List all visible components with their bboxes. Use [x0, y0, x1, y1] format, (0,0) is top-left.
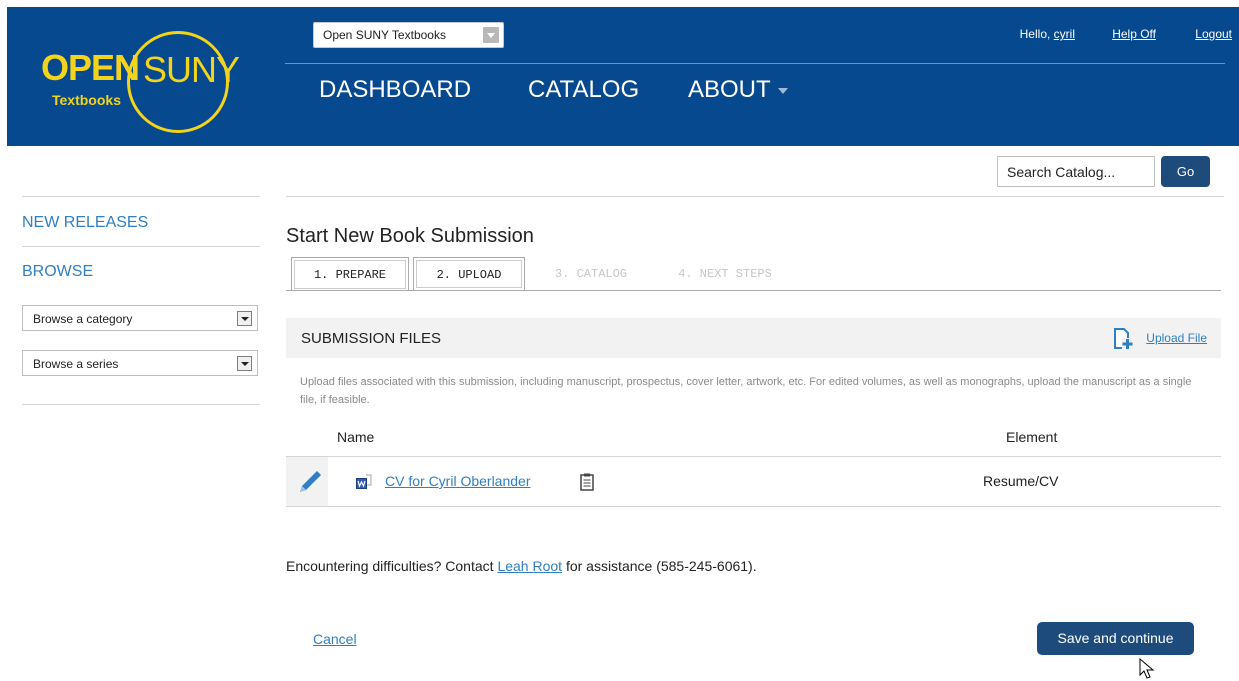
open-suny-logo[interactable]: OPEN Textbooks SUNY: [32, 31, 262, 133]
logo-open-text: OPEN: [41, 47, 140, 88]
edit-file-button[interactable]: [286, 457, 328, 506]
pencil-icon: [300, 471, 321, 492]
tabs-baseline: [286, 290, 1221, 291]
page-title: Start New Book Submission: [286, 225, 534, 247]
site-header: OPEN Textbooks SUNY Open SUNY Textbooks …: [7, 7, 1239, 146]
search-input[interactable]: [997, 156, 1155, 187]
contact-message: Encountering difficulties? Contact Leah …: [286, 558, 757, 574]
tab-next-steps: 4. NEXT STEPS: [678, 267, 772, 281]
greeting-text: Hello,: [1019, 27, 1051, 41]
browse-category-value: Browse a category: [33, 312, 133, 326]
table-header-divider: [286, 456, 1221, 457]
tab-upload[interactable]: 2. UPLOAD: [413, 257, 525, 291]
cancel-link[interactable]: Cancel: [313, 631, 357, 647]
contact-suffix: for assistance (585-245-6061).: [565, 558, 757, 574]
column-element-header: Element: [1006, 429, 1058, 445]
sidebar-divider-bottom: [22, 404, 260, 405]
word-document-icon: [356, 474, 372, 489]
sidebar-new-releases[interactable]: NEW RELEASES: [22, 214, 148, 232]
nav-dashboard[interactable]: DASHBOARD: [319, 76, 471, 104]
nav-about[interactable]: ABOUT: [688, 76, 788, 104]
sidebar-browse[interactable]: BROWSE: [22, 263, 93, 281]
search-go-button[interactable]: Go: [1161, 156, 1210, 187]
file-element-value: Resume/CV: [983, 473, 1059, 489]
file-name-link[interactable]: CV for Cyril Oberlander: [385, 473, 531, 489]
clipboard-icon[interactable]: [580, 473, 594, 491]
caret-down-icon: [777, 87, 788, 94]
contact-prefix: Encountering difficulties? Contact: [286, 558, 494, 574]
file-add-icon[interactable]: [1112, 328, 1134, 350]
username-link[interactable]: cyril: [1054, 27, 1075, 41]
sidebar-divider-top: [22, 196, 260, 197]
mouse-cursor-icon: [1139, 658, 1155, 679]
chevron-down-icon: [483, 27, 499, 43]
save-and-continue-button[interactable]: Save and continue: [1037, 622, 1194, 655]
logout-link[interactable]: Logout: [1195, 27, 1232, 41]
greeting: Hello, cyril: [1020, 27, 1075, 41]
logo-suny-text: SUNY: [143, 49, 240, 90]
submission-files-title: SUBMISSION FILES: [301, 330, 442, 347]
help-toggle-link[interactable]: Help Off: [1112, 27, 1156, 41]
sidebar-divider: [22, 246, 260, 247]
upload-file-link[interactable]: Upload File: [1146, 331, 1207, 345]
browse-series-value: Browse a series: [33, 357, 119, 371]
contact-person-link[interactable]: Leah Root: [497, 558, 562, 574]
browse-category-select[interactable]: Browse a category: [22, 305, 258, 331]
site-select-value: Open SUNY Textbooks: [323, 28, 446, 42]
main-divider-top: [286, 196, 1224, 197]
submission-files-header: SUBMISSION FILES Upload File: [286, 318, 1221, 358]
chevron-down-icon: [237, 356, 252, 371]
tab-catalog: 3. CATALOG: [554, 267, 627, 281]
logo-textbooks-text: Textbooks: [52, 92, 121, 108]
chevron-down-icon: [237, 311, 252, 326]
upload-help-text: Upload files associated with this submis…: [300, 376, 1192, 406]
tab-prepare[interactable]: 1. PREPARE: [291, 257, 409, 291]
nav-catalog[interactable]: CATALOG: [528, 76, 639, 104]
column-name-header: Name: [337, 429, 375, 445]
site-select[interactable]: Open SUNY Textbooks: [313, 22, 504, 48]
browse-series-select[interactable]: Browse a series: [22, 350, 258, 376]
nav-about-label: ABOUT: [688, 76, 771, 103]
table-row-divider: [286, 506, 1221, 507]
header-divider: [285, 63, 1225, 64]
